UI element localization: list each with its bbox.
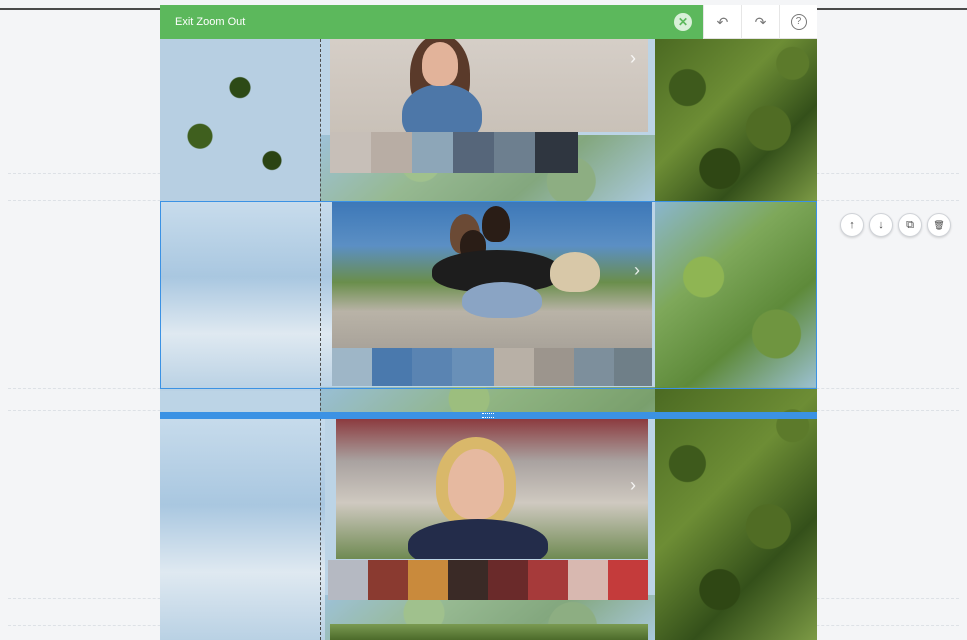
gallery-thumbnail[interactable] xyxy=(488,560,528,600)
gallery-thumbnails[interactable] xyxy=(330,132,578,173)
undo-icon: ↶ xyxy=(716,13,729,30)
gallery-thumbnails[interactable] xyxy=(328,560,648,600)
zoom-out-toolbar: Exit Zoom Out ✕ ↶ ↷ ? xyxy=(160,5,817,39)
duplicate-icon: ⧉ xyxy=(906,219,914,231)
gallery-thumbnail[interactable] xyxy=(368,560,408,600)
gallery-main-photo[interactable]: › xyxy=(330,34,648,132)
sky-background xyxy=(160,415,325,640)
trash-icon: 🗑 xyxy=(933,220,945,230)
arrow-down-icon: ↓ xyxy=(878,219,884,231)
gallery-thumbnail[interactable] xyxy=(452,348,494,386)
help-icon: ? xyxy=(790,14,807,30)
arrow-up-icon: ↑ xyxy=(849,219,855,231)
gallery-main-photo[interactable]: › xyxy=(332,202,652,348)
chevron-right-icon[interactable]: › xyxy=(630,48,636,69)
redo-button[interactable]: ↷ xyxy=(741,5,779,39)
move-down-button[interactable]: ↓ xyxy=(869,213,893,237)
gallery-thumbnails[interactable] xyxy=(332,348,652,386)
gallery-thumbnail[interactable] xyxy=(412,132,453,173)
gallery-thumbnail[interactable] xyxy=(574,348,614,386)
toolbar-actions: ↶ ↷ ? xyxy=(703,5,817,39)
close-icon[interactable]: ✕ xyxy=(674,13,692,31)
gallery-thumbnail[interactable] xyxy=(535,132,578,173)
delete-button[interactable]: 🗑 xyxy=(927,213,951,237)
help-button[interactable]: ? xyxy=(779,5,817,39)
gallery-main-photo[interactable] xyxy=(330,624,648,640)
gallery-thumbnail[interactable] xyxy=(494,348,534,386)
sky-background xyxy=(160,39,320,201)
gallery-thumbnail[interactable] xyxy=(614,348,652,386)
gallery-thumbnail[interactable] xyxy=(372,348,412,386)
gallery-thumbnail[interactable] xyxy=(328,560,368,600)
redo-icon: ↷ xyxy=(754,13,767,30)
gallery-thumbnail[interactable] xyxy=(608,560,648,600)
gallery-thumbnail[interactable] xyxy=(408,560,448,600)
exit-zoom-out-label[interactable]: Exit Zoom Out xyxy=(175,16,245,28)
chevron-right-icon[interactable]: › xyxy=(634,260,640,281)
gallery-thumbnail[interactable] xyxy=(332,348,372,386)
duplicate-button[interactable]: ⧉ xyxy=(898,213,922,237)
undo-button[interactable]: ↶ xyxy=(703,5,741,39)
gallery-thumbnail[interactable] xyxy=(330,132,371,173)
gallery-thumbnail[interactable] xyxy=(371,132,412,173)
gallery-main-photo[interactable]: › xyxy=(336,419,648,559)
gallery-thumbnail[interactable] xyxy=(494,132,535,173)
section-divider-dashed xyxy=(320,39,321,640)
trees-background xyxy=(655,39,817,201)
drag-handle-icon[interactable] xyxy=(480,412,496,419)
chevron-right-icon[interactable]: › xyxy=(630,475,636,496)
gallery-thumbnail[interactable] xyxy=(412,348,452,386)
section-actions: ↑ ↓ ⧉ 🗑 xyxy=(840,213,951,237)
sky-background xyxy=(160,201,332,391)
exit-zoom-out-bar[interactable]: Exit Zoom Out ✕ xyxy=(160,5,703,39)
trees-background xyxy=(655,201,817,391)
move-up-button[interactable]: ↑ xyxy=(840,213,864,237)
trees-background xyxy=(655,388,817,640)
gallery-thumbnail[interactable] xyxy=(448,560,488,600)
gallery-thumbnail[interactable] xyxy=(453,132,494,173)
gallery-thumbnail[interactable] xyxy=(528,560,568,600)
gallery-thumbnail[interactable] xyxy=(568,560,608,600)
gallery-thumbnail[interactable] xyxy=(534,348,574,386)
